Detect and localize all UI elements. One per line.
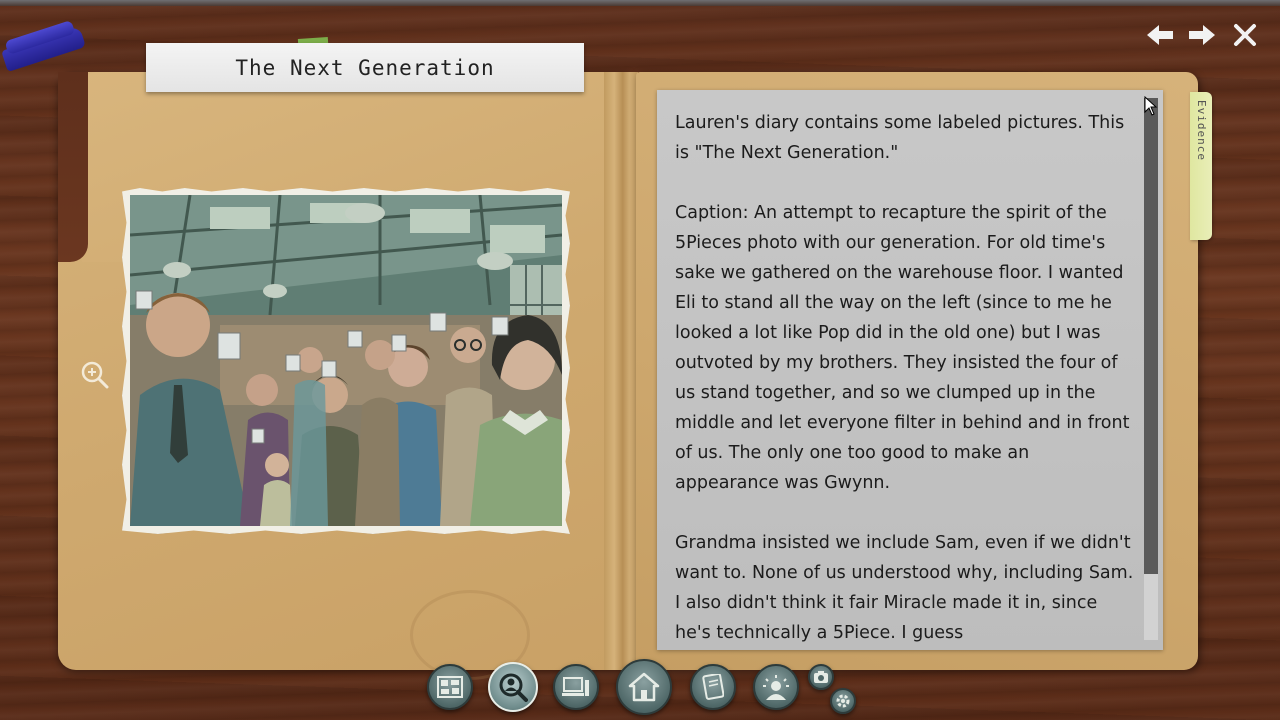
arrow-left-icon xyxy=(1147,25,1173,45)
close-icon xyxy=(1234,24,1256,46)
evidence-board-button[interactable] xyxy=(427,664,473,710)
lightbulb-person-icon xyxy=(763,675,789,700)
camera-icon xyxy=(814,671,828,683)
hints-button[interactable] xyxy=(753,664,799,710)
group-photo-image[interactable] xyxy=(130,195,562,526)
arrow-right-icon xyxy=(1189,25,1215,45)
screenshot-button[interactable] xyxy=(808,664,834,690)
paragraph: Grandma insisted we include Sam, even if… xyxy=(675,533,1134,643)
home-icon xyxy=(628,672,660,702)
scrollbar-thumb[interactable] xyxy=(1144,98,1158,574)
investigate-button[interactable] xyxy=(488,662,538,712)
stapler-prop xyxy=(0,18,87,76)
tab-evidence-label: Evidence xyxy=(1195,100,1208,161)
folder-spine xyxy=(604,72,638,670)
paragraph: Caption: An attempt to recapture the spi… xyxy=(675,203,1130,493)
paragraph: Lauren's diary contains some labeled pic… xyxy=(675,113,1125,163)
computer-icon xyxy=(562,677,589,696)
magnifier-person-icon xyxy=(499,673,528,702)
close-button[interactable] xyxy=(1230,20,1260,50)
mouse-cursor-icon xyxy=(1144,95,1158,116)
forward-button[interactable] xyxy=(1187,20,1217,50)
top-edge xyxy=(0,0,1280,6)
notebook-button[interactable] xyxy=(690,664,736,710)
document-text-panel[interactable]: Lauren's diary contains some labeled pic… xyxy=(657,90,1163,650)
back-button[interactable] xyxy=(1145,20,1175,50)
computer-button[interactable] xyxy=(553,664,599,710)
document-title: The Next Generation xyxy=(146,43,584,92)
board-icon xyxy=(437,676,463,698)
tab-evidence[interactable]: Evidence xyxy=(1190,92,1212,240)
gear-icon xyxy=(836,694,850,708)
zoom-in-icon[interactable] xyxy=(80,360,110,390)
settings-button[interactable] xyxy=(830,688,856,714)
photo-frame[interactable] xyxy=(122,188,570,534)
document-text: Lauren's diary contains some labeled pic… xyxy=(675,108,1135,650)
notebook-icon xyxy=(702,674,724,700)
home-button[interactable] xyxy=(616,659,672,715)
